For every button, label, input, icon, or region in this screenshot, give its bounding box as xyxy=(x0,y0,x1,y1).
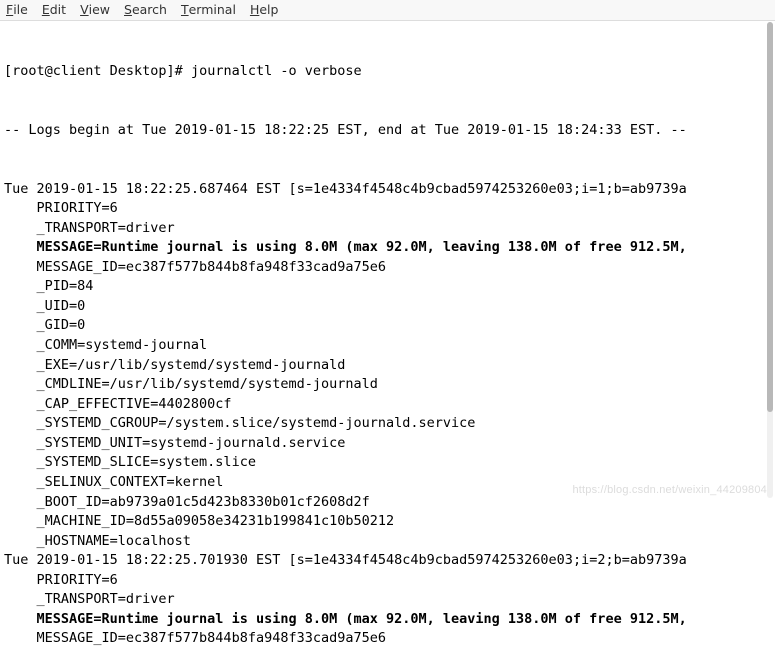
log-field: MESSAGE_ID=ec387f577b844b8fa948f33cad9a7… xyxy=(4,258,771,278)
scrollbar[interactable] xyxy=(767,22,773,498)
watermark: https://blog.csdn.net/weixin_44209804 xyxy=(572,484,767,496)
log-field: _CMDLINE=/usr/lib/systemd/systemd-journa… xyxy=(4,375,771,395)
log-field: _EXE=/usr/lib/systemd/systemd-journald xyxy=(4,356,771,376)
log-entries: Tue 2019-01-15 18:22:25.687464 EST [s=1e… xyxy=(4,180,771,650)
log-field: _HOSTNAME=localhost xyxy=(4,532,771,552)
log-field: _MACHINE_ID=8d55a09058e34231b199841c10b5… xyxy=(4,512,771,532)
menu-help[interactable]: Help xyxy=(250,2,279,17)
command-text: journalctl -o verbose xyxy=(191,63,362,79)
menu-edit[interactable]: Edit xyxy=(42,2,66,17)
menu-file[interactable]: File xyxy=(6,2,28,17)
log-field: _SYSTEMD_CGROUP=/system.slice/systemd-jo… xyxy=(4,414,771,434)
log-field: _SYSTEMD_UNIT=systemd-journald.service xyxy=(4,434,771,454)
scrollbar-thumb[interactable] xyxy=(767,22,773,412)
log-field: _PID=84 xyxy=(4,277,771,297)
terminal-output[interactable]: [root@client Desktop]# journalctl -o ver… xyxy=(0,21,775,671)
log-timestamp: Tue 2019-01-15 18:22:25.687464 EST [s=1e… xyxy=(4,180,771,200)
log-field: _COMM=systemd-journal xyxy=(4,336,771,356)
menu-terminal[interactable]: Terminal xyxy=(181,2,236,17)
log-field: PRIORITY=6 xyxy=(4,199,771,219)
log-field: _UID=0 xyxy=(4,297,771,317)
log-field: _GID=0 xyxy=(4,316,771,336)
log-field: MESSAGE=Runtime journal is using 8.0M (m… xyxy=(4,238,771,258)
log-field: _SYSTEMD_SLICE=system.slice xyxy=(4,453,771,473)
log-field: _CAP_EFFECTIVE=4402800cf xyxy=(4,395,771,415)
log-field: MESSAGE=Runtime journal is using 8.0M (m… xyxy=(4,610,771,630)
prompt-line: [root@client Desktop]# journalctl -o ver… xyxy=(4,62,771,82)
log-field: _TRANSPORT=driver xyxy=(4,219,771,239)
menu-search[interactable]: Search xyxy=(124,2,167,17)
logs-header: -- Logs begin at Tue 2019-01-15 18:22:25… xyxy=(4,121,771,141)
shell-prompt: [root@client Desktop]# xyxy=(4,63,191,79)
log-timestamp: Tue 2019-01-15 18:22:25.701930 EST [s=1e… xyxy=(4,551,771,571)
menu-bar: File Edit View Search Terminal Help xyxy=(0,0,775,21)
log-field: _TRANSPORT=driver xyxy=(4,590,771,610)
log-field: MESSAGE_ID=ec387f577b844b8fa948f33cad9a7… xyxy=(4,629,771,649)
log-field: PRIORITY=6 xyxy=(4,571,771,591)
menu-view[interactable]: View xyxy=(80,2,110,17)
